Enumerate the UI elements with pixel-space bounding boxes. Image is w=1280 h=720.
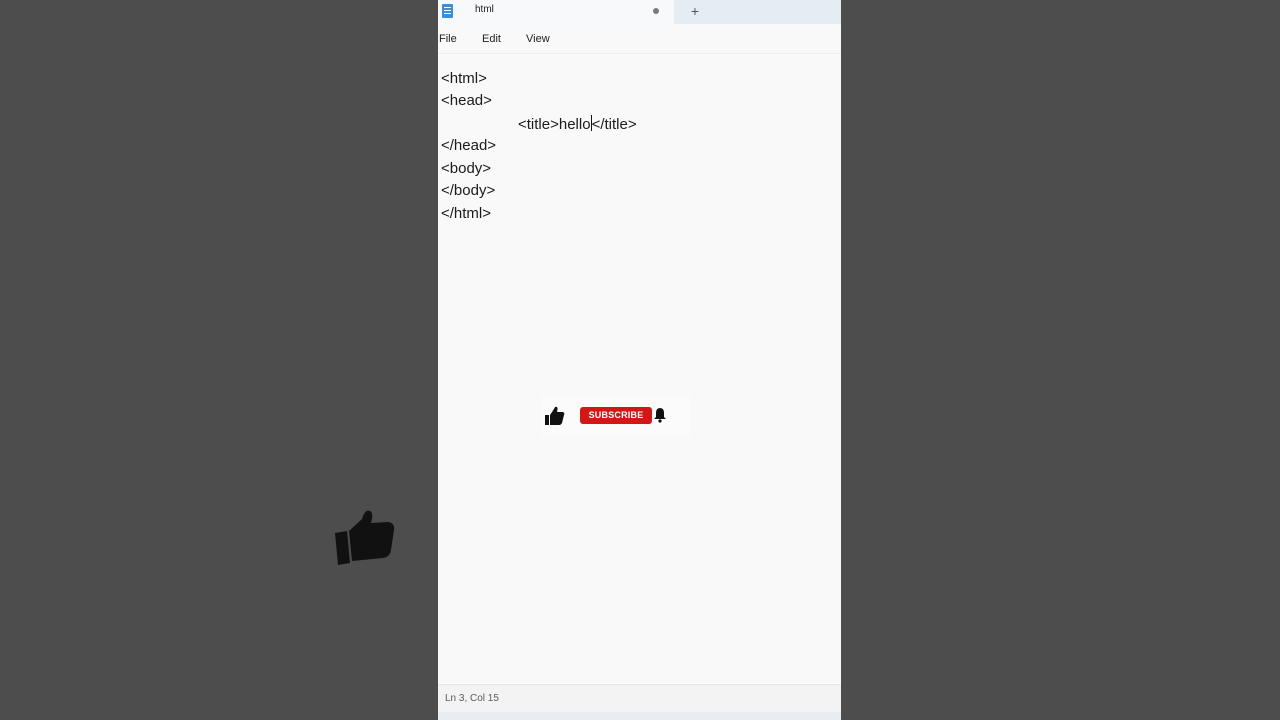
screen: html + File Edit View <html> <head> <tit… — [0, 0, 1280, 720]
tab-title: html — [475, 4, 494, 15]
title-bar: html + — [438, 0, 841, 24]
thumbs-up-icon — [335, 510, 395, 565]
menu-view[interactable]: View — [526, 33, 550, 45]
notepad-window: html + File Edit View <html> <head> <tit… — [438, 0, 841, 720]
menu-edit[interactable]: Edit — [482, 33, 501, 45]
code-line: </html> — [441, 205, 492, 222]
status-bar: Ln 3, Col 15 — [438, 684, 841, 713]
bell-icon[interactable] — [653, 407, 667, 423]
unsaved-indicator-icon[interactable] — [653, 8, 659, 14]
code-segment: <title>hello — [518, 116, 591, 133]
code-line: <title>hello</title> — [518, 115, 637, 134]
tab-html[interactable]: html — [438, 0, 674, 24]
cursor-position: Ln 3, Col 15 — [445, 693, 499, 704]
menu-file[interactable]: File — [439, 33, 457, 45]
code-segment: </title> — [591, 116, 637, 133]
window-bottom-edge — [438, 712, 841, 720]
text-editor[interactable]: <html> <head> <title>hello</title> </hea… — [438, 54, 841, 684]
code-line: <html> — [441, 70, 487, 87]
menu-bar: File Edit View — [438, 24, 841, 54]
code-line: </body> — [441, 182, 496, 199]
code-line: </head> — [441, 137, 497, 154]
notepad-icon — [442, 4, 453, 18]
new-tab-button[interactable]: + — [688, 1, 702, 21]
code-line: <body> — [441, 160, 492, 177]
subscribe-overlay: SUBSCRIBE — [542, 395, 690, 437]
code-line: <head> — [441, 92, 492, 109]
subscribe-button[interactable]: SUBSCRIBE — [580, 407, 652, 424]
thumbs-up-icon[interactable] — [544, 406, 566, 426]
